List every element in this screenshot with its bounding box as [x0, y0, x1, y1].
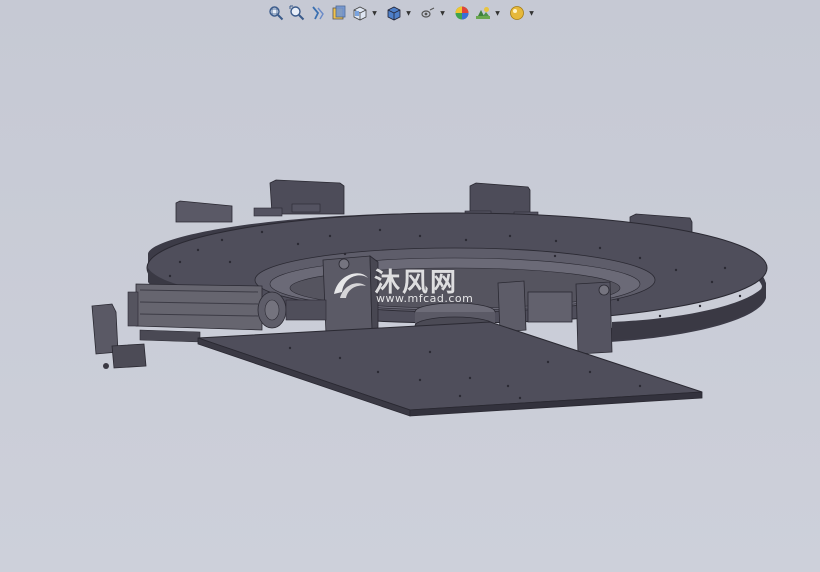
graphics-viewport[interactable]: ▼ ▼ ▼ ▼ ▼ 沐风网 www.mfcad.com: [0, 0, 820, 572]
watermark: 沐风网 www.mfcad.com: [330, 262, 500, 306]
watermark-logo-icon: [334, 273, 368, 298]
motor-block-1: [253, 179, 345, 217]
mounting-block-left: [175, 200, 233, 223]
watermark-url: www.mfcad.com: [376, 292, 474, 305]
